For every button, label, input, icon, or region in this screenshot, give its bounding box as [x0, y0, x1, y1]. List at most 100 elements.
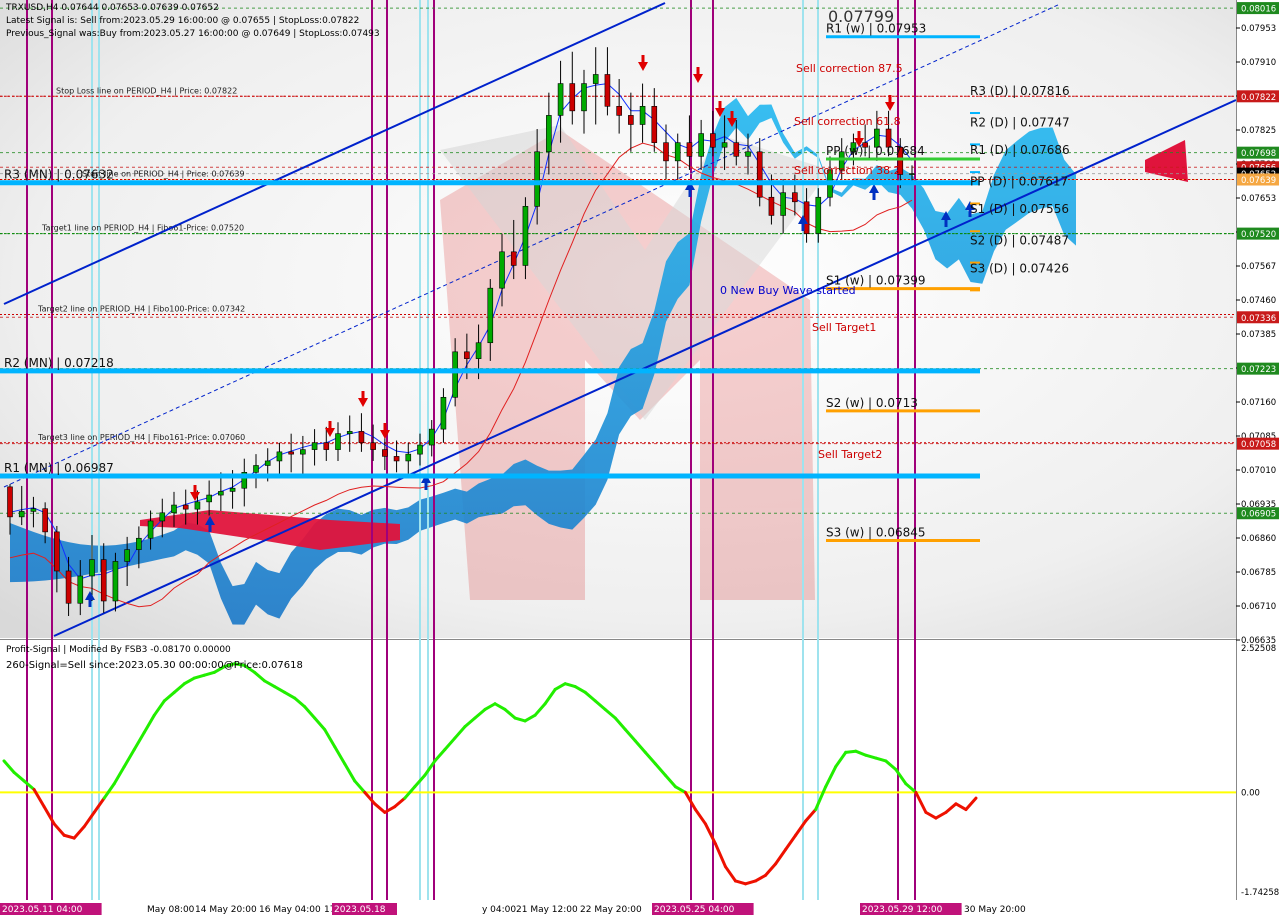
candle-body: [346, 431, 353, 434]
candle-body: [464, 351, 470, 359]
chart-annotation: Sell correction 61.8: [794, 115, 901, 128]
candle-body: [487, 287, 494, 344]
signal-line-label: Target3 line on PERIOD_H4 | Fibo161-Pric…: [37, 433, 245, 442]
price-badge-label: 0.07822: [1241, 93, 1276, 103]
candle-body: [54, 531, 60, 572]
pivot-level-label: PP (w) | 0.07684: [826, 144, 925, 158]
candle-body: [112, 561, 119, 602]
candle-body: [323, 442, 330, 450]
candle-body: [124, 549, 130, 562]
candle-body: [218, 491, 224, 496]
candle-body: [768, 196, 775, 216]
pivot-level-label: R3 (MN) | 0.07632: [4, 168, 114, 182]
candle-body: [382, 449, 388, 457]
pivot-level-label: PP (D) | 0.07617: [970, 175, 1068, 189]
candle-body: [803, 201, 810, 234]
candle-body: [663, 142, 669, 162]
candle-body: [604, 74, 611, 107]
candle-body: [30, 508, 37, 512]
candle-body: [358, 431, 365, 444]
price-tick-label: 0.07385: [1241, 330, 1276, 340]
candle-body: [534, 151, 540, 207]
candle-body: [756, 151, 763, 198]
candle-body: [136, 537, 142, 550]
candle-body: [405, 453, 412, 462]
price-tick-label: 0.07953: [1241, 24, 1276, 34]
candle-body: [710, 133, 716, 148]
price-tick-label: 0.07567: [1241, 262, 1276, 272]
pivot-level-label: R1 (D) | 0.07686: [970, 143, 1070, 157]
candle-body: [745, 151, 751, 157]
chart-annotation: Sell correction 38.2: [794, 164, 901, 177]
candle-body: [335, 433, 341, 450]
time-tick-label: y 04:00: [482, 905, 516, 915]
chart-header-latest-signal: Latest Signal is: Sell from:2023.05.29 1…: [6, 16, 360, 26]
candle-body: [780, 192, 786, 216]
candle-body: [510, 251, 517, 266]
time-tick-label: 14 May 20:00: [195, 905, 257, 915]
indicator-panel-bg: [0, 641, 1236, 896]
candle-body: [100, 559, 107, 602]
candle-body: [18, 511, 25, 518]
candle-body: [428, 428, 435, 446]
candle-body: [393, 456, 400, 462]
candle-body: [581, 83, 587, 112]
pivot-level-label: S2 (w) | 0.0713: [826, 396, 918, 410]
candle-body: [628, 115, 634, 125]
pivot-level-label: R1 (MN) | 0.06987: [4, 461, 114, 475]
candle-body: [65, 570, 72, 604]
indicator-header-signal: 260-Signal=Sell since:2023.05.30 00:00:0…: [6, 660, 303, 671]
price-badge-label: 0.06905: [1241, 510, 1276, 520]
candle-body: [499, 251, 505, 289]
pivot-level-label: S3 (D) | 0.07426: [970, 261, 1069, 275]
price-tick-label: 0.07160: [1241, 398, 1276, 408]
candle-body: [546, 115, 552, 153]
osc-tick-label: 0.00: [1241, 788, 1260, 798]
candle-body: [815, 196, 822, 234]
trading-chart[interactable]: Stop Loss line on PERIOD_H4 | Price: 0.0…: [0, 0, 1280, 920]
candle-body: [733, 142, 740, 157]
chart-header-symbol: TRXUSD,H4 0.07644 0.07653 0.07639 0.0765…: [6, 3, 219, 13]
candle-body: [686, 142, 693, 157]
price-tick-label: 0.07460: [1241, 296, 1276, 306]
candle-body: [592, 74, 599, 84]
osc-tick-label: 2.52508: [1241, 644, 1276, 654]
candle-body: [616, 106, 622, 116]
candle-body: [42, 508, 48, 533]
time-tick-label: 16 May 04:00: [259, 905, 321, 915]
oscillator-segment: [844, 749, 858, 754]
pivot-level-label: R2 (MN) | 0.07218: [4, 356, 114, 370]
candle-body: [147, 520, 154, 539]
price-badge-label: 0.08016: [1241, 5, 1276, 15]
candle-body: [77, 575, 84, 604]
price-tick-label: 0.07653: [1241, 194, 1276, 204]
chart-header-previous-signal: Previous_Signal was:Buy from:2023.05.27 …: [6, 29, 380, 39]
candle-body: [639, 106, 646, 125]
time-tick-label: 2023.05.29 12:00: [862, 905, 943, 915]
candle-body: [311, 442, 318, 450]
candle-body: [721, 142, 728, 148]
price-tick-label: 0.06860: [1241, 534, 1276, 544]
chart-annotation: 0 New Buy Wave started: [720, 284, 856, 297]
price-badge-label: 0.07058: [1241, 440, 1276, 450]
chart-annotation: Sell Target1: [812, 321, 876, 334]
candle-body: [171, 504, 177, 514]
signal-line-label: Target2 line on PERIOD_H4 | Fibo100-Pric…: [37, 305, 245, 314]
signal-line-label: Target1 line on PERIOD_H4 | Fibo61-Price…: [41, 224, 244, 233]
signal-line-label: Stop Loss line on PERIOD_H4 | Price: 0.0…: [56, 86, 237, 95]
price-tick-label: 0.07910: [1241, 58, 1276, 68]
candle-body: [417, 444, 423, 455]
candle-body: [792, 192, 798, 203]
price-badge-label: 0.07336: [1241, 314, 1276, 324]
chart-canvas: Stop Loss line on PERIOD_H4 | Price: 0.0…: [0, 0, 1280, 920]
candle-body: [522, 206, 529, 266]
candle-body: [300, 449, 306, 455]
candle-body: [194, 501, 201, 510]
candle-body: [651, 106, 658, 143]
price-tick-label: 0.06710: [1241, 602, 1276, 612]
pivot-level-label: S1 (D) | 0.07556: [970, 202, 1069, 216]
time-tick-label: 2023.05.18: [334, 905, 386, 915]
chart-annotation: Sell correction 87.5: [796, 62, 903, 75]
candle-body: [7, 486, 13, 518]
osc-tick-label: -1.74258: [1241, 888, 1279, 898]
